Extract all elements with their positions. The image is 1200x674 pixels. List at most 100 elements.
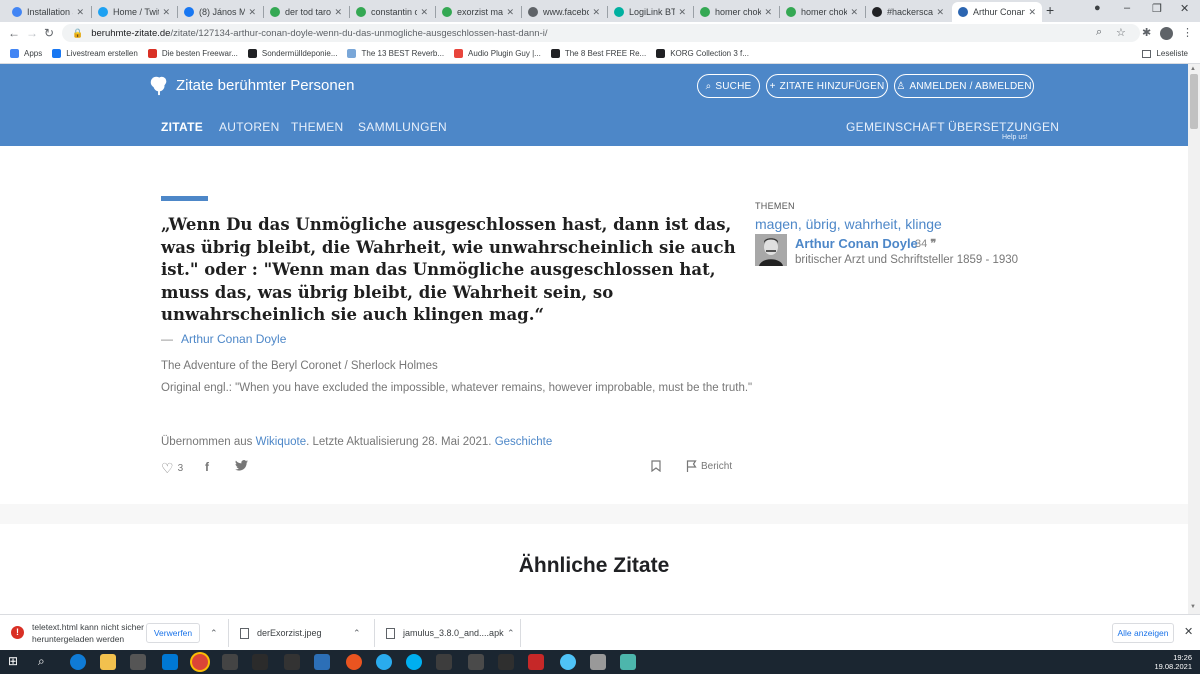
app-icon[interactable] <box>222 654 238 670</box>
minimize-icon[interactable]: – <box>1124 2 1130 14</box>
tab-close-icon[interactable]: ✕ <box>1028 7 1036 18</box>
tab-close-icon[interactable]: ✕ <box>592 7 600 18</box>
skype-icon[interactable] <box>406 654 422 670</box>
quote-author-link[interactable]: Arthur Conan Doyle <box>181 332 286 346</box>
browser-tab[interactable]: Installation a ✕ <box>6 2 90 22</box>
edge-icon[interactable] <box>70 654 86 670</box>
author-photo[interactable] <box>755 234 787 266</box>
app-icon[interactable] <box>528 654 544 670</box>
tab-close-icon[interactable]: ✕ <box>162 7 170 18</box>
bookmark-icon[interactable] <box>651 460 661 472</box>
tab-close-icon[interactable]: ✕ <box>76 7 84 18</box>
tab-close-icon[interactable]: ✕ <box>506 7 514 18</box>
report-button[interactable]: Bericht <box>686 460 732 472</box>
like-button[interactable]: ♡ 3 <box>161 460 183 477</box>
bookmark-item[interactable]: Die besten Freewar... <box>147 49 238 58</box>
facebook-share-icon[interactable]: f <box>205 460 209 474</box>
theme-link[interactable]: klinge <box>905 216 942 232</box>
nav-gemeinschaft[interactable]: GEMEINSCHAFT <box>846 120 945 134</box>
menu-icon[interactable]: ⋮ <box>1182 26 1193 39</box>
tab-close-icon[interactable]: ✕ <box>678 7 686 18</box>
browser-tab[interactable]: der tod tarot ✕ <box>264 2 348 22</box>
mail-icon[interactable] <box>162 654 178 670</box>
tab-close-icon[interactable]: ✕ <box>936 7 944 18</box>
browser-tab[interactable]: (8) János Mos✕ <box>178 2 262 22</box>
chevron-up-icon[interactable]: ⌃ <box>353 628 361 639</box>
avatar[interactable] <box>1160 27 1173 40</box>
close-window-icon[interactable]: ✕ <box>1180 2 1189 15</box>
tab-close-icon[interactable]: ✕ <box>248 7 256 18</box>
history-link[interactable]: Geschichte <box>495 436 553 448</box>
download-item-2[interactable]: jamulus_3.8.0_and....apk ⌃ <box>386 615 515 651</box>
app-icon[interactable] <box>436 654 452 670</box>
tab-close-icon[interactable]: ✕ <box>850 7 858 18</box>
browser-tab[interactable]: homer chokin✕ <box>694 2 778 22</box>
new-tab-button[interactable]: + <box>1046 2 1054 18</box>
store-icon[interactable] <box>130 654 146 670</box>
nav-themen[interactable]: THEMEN <box>291 120 343 134</box>
theme-link[interactable]: magen <box>755 216 798 232</box>
tab-close-icon[interactable]: ✕ <box>420 7 428 18</box>
theme-link[interactable]: übrig <box>806 216 837 232</box>
nav-autoren[interactable]: AUTOREN <box>219 120 280 134</box>
scroll-thumb[interactable] <box>1190 74 1198 129</box>
browser-tab[interactable]: Arthur Conan ✕ <box>952 2 1042 22</box>
zoom-icon[interactable]: ⌕ <box>1096 26 1102 39</box>
lock-icon[interactable]: 🔒 <box>72 28 83 39</box>
windows-start-icon[interactable]: ⊞ <box>8 654 24 670</box>
page-scrollbar[interactable]: ▲ ▼ <box>1188 64 1200 614</box>
bookmark-item[interactable]: Sondermülldeponie... <box>247 49 337 58</box>
nav-sammlungen[interactable]: SAMMLUNGEN <box>358 120 447 134</box>
bookmark-item[interactable]: The 13 BEST Reverb... <box>347 49 444 58</box>
scroll-down-icon[interactable]: ▼ <box>1190 604 1196 610</box>
bookmark-item[interactable]: Livestream erstellen <box>52 49 138 58</box>
system-clock[interactable]: 19:26 19.08.2021 <box>1154 653 1192 671</box>
app-icon[interactable] <box>252 654 268 670</box>
show-all-button[interactable]: Alle anzeigen <box>1112 623 1174 643</box>
login-button[interactable]: ♙ ANMELDEN / ABMELDEN <box>894 74 1034 98</box>
reload-icon[interactable]: ↻ <box>44 26 54 40</box>
app-icon[interactable] <box>468 654 484 670</box>
browser-tab[interactable]: www.faceboo✕ <box>522 2 606 22</box>
bookmark-item[interactable]: KORG Collection 3 f... <box>656 49 749 58</box>
discard-menu-chevron-icon[interactable]: ⌃ <box>210 615 218 651</box>
browser-tab[interactable]: LogiLink BT00✕ <box>608 2 692 22</box>
app-icon[interactable] <box>314 654 330 670</box>
nav-zitate[interactable]: ZITATE <box>161 120 203 134</box>
bookmark-item[interactable]: Apps <box>10 49 42 58</box>
tab-close-icon[interactable]: ✕ <box>334 7 342 18</box>
reading-list-button[interactable]: Leseliste <box>1142 49 1188 58</box>
tab-close-icon[interactable]: ✕ <box>764 7 772 18</box>
sidebar-author-name[interactable]: Arthur Conan Doyle <box>795 236 918 251</box>
scroll-up-icon[interactable]: ▲ <box>1190 66 1196 72</box>
twitter-share-icon[interactable] <box>235 460 248 471</box>
bookmark-star-icon[interactable]: ☆ <box>1116 26 1126 39</box>
close-downloads-icon[interactable]: ✕ <box>1184 625 1193 638</box>
theme-link[interactable]: wahrheit <box>845 216 898 232</box>
browser-tab[interactable]: Home / Twitte✕ <box>92 2 176 22</box>
browser-tab[interactable]: exorzist male✕ <box>436 2 520 22</box>
wikiquote-link[interactable]: Wikiquote <box>256 436 307 448</box>
browser-tab[interactable]: constantin ca✕ <box>350 2 434 22</box>
live-app-icon[interactable] <box>284 654 300 670</box>
search-button[interactable]: ⌕ SUCHE <box>697 74 760 98</box>
profile-tab-search-icon[interactable]: ● <box>1094 2 1101 14</box>
discard-button[interactable]: Verwerfen <box>146 623 200 643</box>
chrome-icon[interactable] <box>192 654 208 670</box>
nav-uebersetzungen[interactable]: ÜBERSETZUNGEN <box>948 120 1059 134</box>
forward-icon[interactable]: → <box>26 26 38 40</box>
maximize-icon[interactable]: ❐ <box>1152 2 1162 15</box>
app-icon[interactable] <box>620 654 636 670</box>
search-taskbar-icon[interactable]: ⌕ <box>38 654 54 670</box>
file-explorer-icon[interactable] <box>100 654 116 670</box>
extensions-icon[interactable]: ✱ <box>1142 26 1151 39</box>
app-icon[interactable] <box>498 654 514 670</box>
browser-tab[interactable]: #hackerscard✕ <box>866 2 950 22</box>
back-icon[interactable]: ← <box>8 26 20 40</box>
address-bar[interactable]: 🔒 beruhmte-zitate.de/zitate/127134-arthu… <box>62 24 1140 42</box>
app-icon[interactable] <box>346 654 362 670</box>
add-quotes-button[interactable]: + ZITATE HINZUFÜGEN <box>766 74 888 98</box>
bookmark-item[interactable]: The 8 Best FREE Re... <box>550 49 646 58</box>
chevron-up-icon[interactable]: ⌃ <box>507 628 515 639</box>
telegram-icon[interactable] <box>376 654 392 670</box>
